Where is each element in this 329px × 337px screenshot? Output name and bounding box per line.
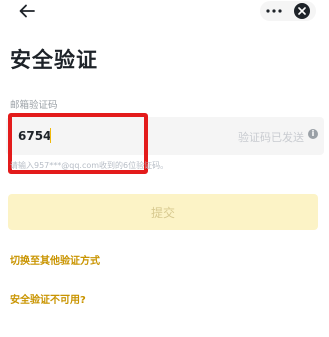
back-arrow-icon[interactable] (14, 0, 40, 22)
email-code-hint: 请输入957***@qq.com收到的6位验证码。 (10, 161, 169, 170)
email-code-value: 6754 (18, 129, 52, 143)
email-code-label: 邮箱验证码 (10, 100, 58, 111)
email-code-input[interactable]: 6754 验证码已发送 i (6, 117, 324, 155)
switch-method-link[interactable]: 切换至其他验证方式 (10, 252, 100, 267)
verification-unavailable-link[interactable]: 安全验证不可用? (10, 291, 86, 306)
submit-label: 提交 (150, 205, 175, 220)
close-icon[interactable] (294, 3, 310, 19)
page-title: 安全验证 (10, 48, 98, 72)
info-icon[interactable]: i (308, 129, 318, 139)
submit-button[interactable]: 提交 (8, 194, 318, 230)
code-sent-status: 验证码已发送 (238, 131, 304, 144)
top-bar (0, 0, 329, 26)
text-caret (50, 128, 51, 143)
more-icon[interactable] (260, 1, 288, 21)
top-right-controls (260, 1, 316, 21)
